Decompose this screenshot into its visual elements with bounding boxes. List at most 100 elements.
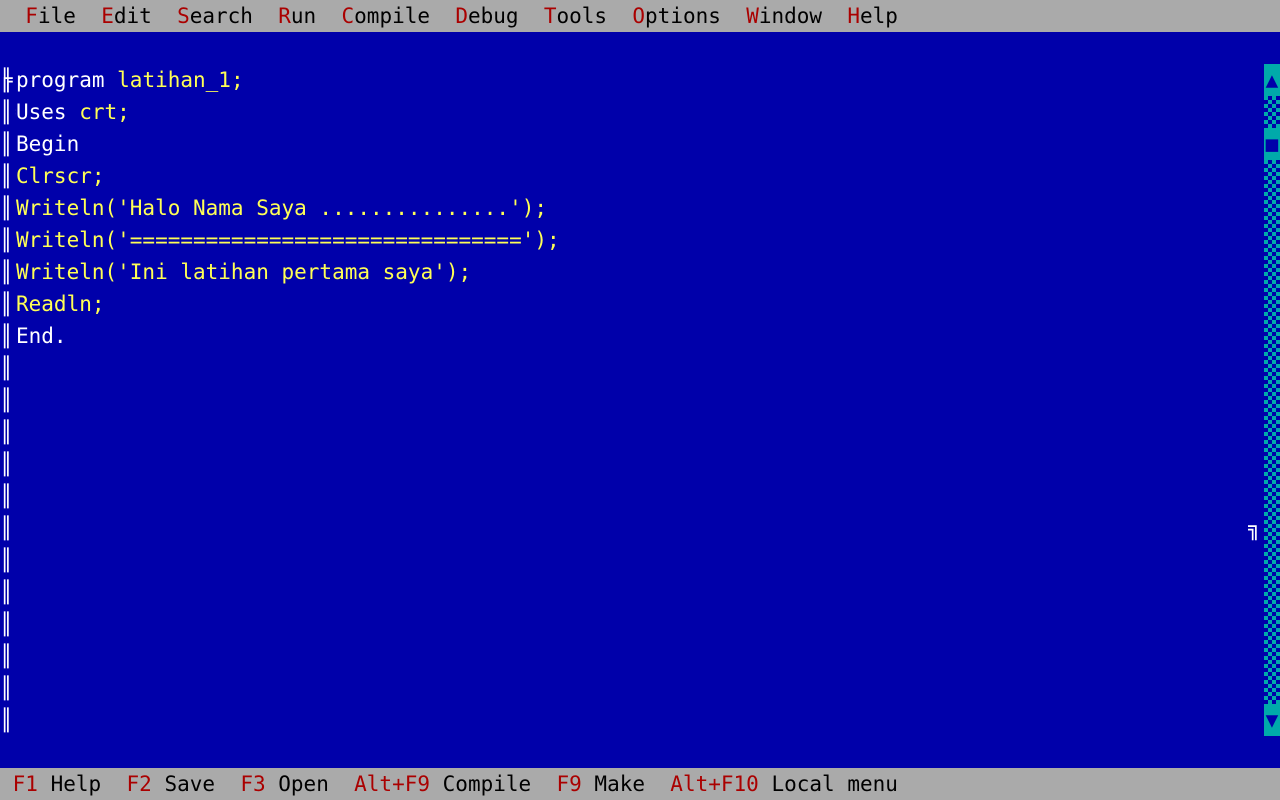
title-right-corner: ╗ <box>1248 516 1261 540</box>
menu-item-window[interactable]: Window <box>746 0 822 32</box>
menu-item-options[interactable]: Options <box>632 0 721 32</box>
menu-hotkey-run: R <box>278 4 291 28</box>
status-space <box>38 772 51 796</box>
status-item-help[interactable]: F1 Help <box>13 768 102 800</box>
menu-item-run[interactable]: Run <box>278 0 316 32</box>
code-line[interactable]: End. <box>16 320 1248 352</box>
function-key-status-bar: F1 Help F2 Save F3 Open Alt+F9 Compile F… <box>0 768 1280 800</box>
status-space <box>152 772 165 796</box>
status-label-local-menu: Local menu <box>771 772 898 796</box>
menu-bar: File Edit Search Run Compile Debug Tools… <box>0 0 1280 32</box>
menu-label-file: ile <box>37 4 76 28</box>
status-space <box>759 772 772 796</box>
code-token: Begin <box>16 132 80 156</box>
vertical-scrollbar-thumb[interactable]: ■ <box>1264 128 1280 160</box>
code-line[interactable]: Writeln('===============================… <box>16 224 1248 256</box>
window-bottom-bar: ╚ ✶ ═════ 8:8 ═════ ╝ <box>0 736 1280 796</box>
menu-item-help[interactable]: Help <box>847 0 898 32</box>
status-lead-space <box>0 772 13 796</box>
status-key-local-menu: Alt+F10 <box>670 772 759 796</box>
code-line[interactable]: Readln; <box>16 288 1248 320</box>
menu-gap <box>721 4 746 28</box>
status-label-help: Help <box>50 772 102 796</box>
menu-hotkey-options: O <box>632 4 646 28</box>
status-gap <box>531 772 556 796</box>
code-token: latihan_1; <box>117 68 244 92</box>
status-key-open: F3 <box>240 772 266 796</box>
status-label-compile: Compile <box>442 772 532 796</box>
menu-label-edit: dit <box>113 4 152 28</box>
status-gap <box>215 772 240 796</box>
scroll-down-icon[interactable]: ▼ <box>1264 704 1280 736</box>
code-line[interactable]: Writeln('Halo Nama Saya ...............'… <box>16 192 1248 224</box>
code-token: program <box>16 68 118 92</box>
menu-item-search[interactable]: Search <box>177 0 253 32</box>
window-left-border: ║ ║ ║ ║ ║ ║ ║ ║ ║ ║ ║ ║ ║ ║ ║ ║ ║ ║ ║ ║ … <box>0 68 13 732</box>
menu-hotkey-tools: T <box>543 4 557 28</box>
menu-gap <box>76 4 101 28</box>
status-key-make: F9 <box>556 772 582 796</box>
status-gap <box>898 772 923 796</box>
menu-hotkey-help: H <box>847 4 861 28</box>
scroll-up-icon[interactable]: ▲ <box>1264 64 1280 96</box>
status-item-compile[interactable]: Alt+F9 Compile <box>354 768 531 800</box>
code-token: Readln; <box>16 292 105 316</box>
menu-gap <box>253 4 278 28</box>
menu-gap <box>430 4 455 28</box>
menu-hotkey-debug: D <box>455 4 468 28</box>
menu-label-window: indow <box>758 4 823 28</box>
code-token: Clrscr; <box>16 164 105 188</box>
menu-gap <box>607 4 632 28</box>
code-line[interactable]: Uses crt; <box>16 96 1248 128</box>
status-item-local-menu[interactable]: Alt+F10 Local menu <box>670 768 898 800</box>
code-editor-area[interactable]: program latihan_1; Uses crt; Begin Clrscr; W… <box>16 64 1248 736</box>
code-token: Writeln('Halo Nama Saya ...............'… <box>16 196 548 220</box>
status-label-open: Open <box>278 772 329 796</box>
menu-lead-space <box>0 4 25 28</box>
menu-item-file[interactable]: File <box>25 0 76 32</box>
menu-label-run: un <box>290 4 317 28</box>
menu-gap <box>898 4 923 28</box>
status-space <box>430 772 443 796</box>
menu-hotkey-search: S <box>177 4 190 28</box>
menu-label-help: elp <box>860 4 898 28</box>
editor-window: ╔ ═ [ ■ ] ══════════════════════════════… <box>0 32 1280 796</box>
status-key-save: F2 <box>126 772 152 796</box>
menu-label-debug: ebug <box>467 4 519 28</box>
vertical-scrollbar-track[interactable] <box>1264 64 1280 736</box>
code-line[interactable]: program latihan_1; <box>16 64 1248 96</box>
menu-item-compile[interactable]: Compile <box>342 0 431 32</box>
turbo-pascal-ide: File Edit Search Run Compile Debug Tools… <box>0 0 1280 800</box>
menu-hotkey-compile: C <box>341 4 355 28</box>
code-token: Writeln('===============================… <box>16 228 560 252</box>
status-space <box>582 772 595 796</box>
menu-item-debug[interactable]: Debug <box>455 0 518 32</box>
status-item-save[interactable]: F2 Save <box>126 768 215 800</box>
status-key-compile: Alt+F9 <box>354 772 430 796</box>
menu-hotkey-file: F <box>25 4 38 28</box>
window-title-bar: ╔ ═ [ ■ ] ══════════════════════════════… <box>0 32 1280 540</box>
code-token: crt; <box>79 100 130 124</box>
menu-label-compile: ompile <box>354 4 431 28</box>
menu-label-tools: ools <box>556 4 608 28</box>
status-key-help: F1 <box>12 772 38 796</box>
code-line[interactable]: Writeln('Ini latihan pertama saya'); <box>16 256 1248 288</box>
status-label-make: Make <box>594 772 645 796</box>
menu-item-edit[interactable]: Edit <box>101 0 152 32</box>
vertical-scrollbar[interactable]: ▲ ■ ▼ <box>1264 64 1280 736</box>
code-line[interactable]: Begin <box>16 128 1248 160</box>
status-item-make[interactable]: F9 Make <box>556 768 645 800</box>
menu-label-options: ptions <box>645 4 721 28</box>
menu-hotkey-window: W <box>746 4 759 28</box>
menu-gap <box>519 4 544 28</box>
menu-gap <box>822 4 847 28</box>
menu-gap <box>152 4 177 28</box>
menu-gap <box>316 4 341 28</box>
code-token: Uses <box>16 100 80 124</box>
status-gap <box>101 772 126 796</box>
status-label-save: Save <box>164 772 216 796</box>
status-gap <box>645 772 670 796</box>
status-item-open[interactable]: F3 Open <box>240 768 329 800</box>
code-line[interactable]: Clrscr; <box>16 160 1248 192</box>
menu-item-tools[interactable]: Tools <box>544 0 607 32</box>
